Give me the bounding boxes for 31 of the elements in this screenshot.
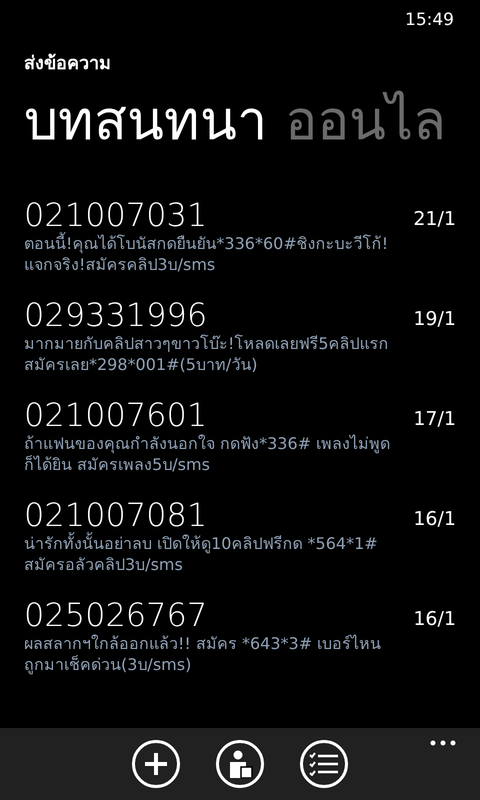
- message-preview: ผลสลากฯใกล้ออกแล้ว!! สมัคร *643*3# เบอร์ไหนถูกมาเช็คด่วน(3บ/sms): [24, 633, 382, 675]
- message-date: 17/1: [413, 407, 456, 431]
- message-preview: ตอนนี้!คุณได้โบนัสกดยืนยัน*336*60#ชิงกะบะวีโก้!แจกจริง!สมัครคลิป3บ/sms: [24, 233, 390, 275]
- conversation-item[interactable]: 029331996 19/1 มากมายกับคลิปสาวๆขาวโบ๊ะ!โหลดเลยฟรี5คลิปแรกสมัครเลย*298*001#(5บาท/วัน): [24, 297, 456, 375]
- sender-number: 021007031: [24, 197, 208, 233]
- conversation-item[interactable]: 021007031 21/1 ตอนนี้!คุณได้โบนัสกดยืนยัน*336*60#ชิงกะบะวีโก้!แจกจริง!สมัครคลิป3บ/sms: [24, 197, 456, 275]
- pivot-tab[interactable]: ออนไล: [285, 86, 446, 156]
- more-icon[interactable]: [430, 740, 456, 746]
- sender-number: 021007081: [24, 497, 208, 533]
- app-bar-button[interactable]: [216, 740, 264, 788]
- message-date: 21/1: [413, 207, 456, 231]
- person-icon: [227, 750, 253, 778]
- plus-icon: [143, 751, 169, 777]
- message-date: 16/1: [413, 507, 456, 531]
- conversation-item[interactable]: 025026767 16/1 ผลสลากฯใกล้ออกแล้ว!! สมัคร *643*3# เบอร์ไหนถูกมาเช็คด่วน(3บ/sms): [24, 597, 456, 675]
- clock: 15:49: [405, 9, 454, 32]
- conversation-item[interactable]: 021007601 17/1 ถ้าแฟนของคุณกำลังนอกใจ กดฟัง*336# เพลงไม่พูดก็ได้ยิน สมัครเพลง5บ/sms: [24, 397, 456, 475]
- checklist-icon: [309, 752, 339, 776]
- message-preview: ถ้าแฟนของคุณกำลังนอกใจ กดฟัง*336# เพลงไม่พูดก็ได้ยิน สมัครเพลง5บ/sms: [24, 433, 392, 475]
- message-date: 19/1: [413, 307, 456, 331]
- sender-number: 029331996: [24, 297, 208, 333]
- message-date: 16/1: [413, 607, 456, 631]
- sender-number: 025026767: [24, 597, 208, 633]
- pivot-tab[interactable]: บทสนทนา: [24, 86, 267, 156]
- sender-number: 021007601: [24, 397, 208, 433]
- app-bar-button[interactable]: [132, 740, 180, 788]
- conversation-item[interactable]: 021007081 16/1 น่ารักทั้งนั้นอย่าลบ เปิดให้ดู10คลิปฟรีกด *564*1# สมัครอลัวคลิป3บ/sms: [24, 497, 456, 575]
- message-preview: มากมายกับคลิปสาวๆขาวโบ๊ะ!โหลดเลยฟรี5คลิปแรกสมัครเลย*298*001#(5บาท/วัน): [24, 333, 390, 375]
- app-title: ส่งข้อความ: [24, 53, 111, 74]
- app-bar-button[interactable]: [300, 740, 348, 788]
- message-preview: น่ารักทั้งนั้นอย่าลบ เปิดให้ดู10คลิปฟรีกด *564*1# สมัครอลัวคลิป3บ/sms: [24, 533, 379, 575]
